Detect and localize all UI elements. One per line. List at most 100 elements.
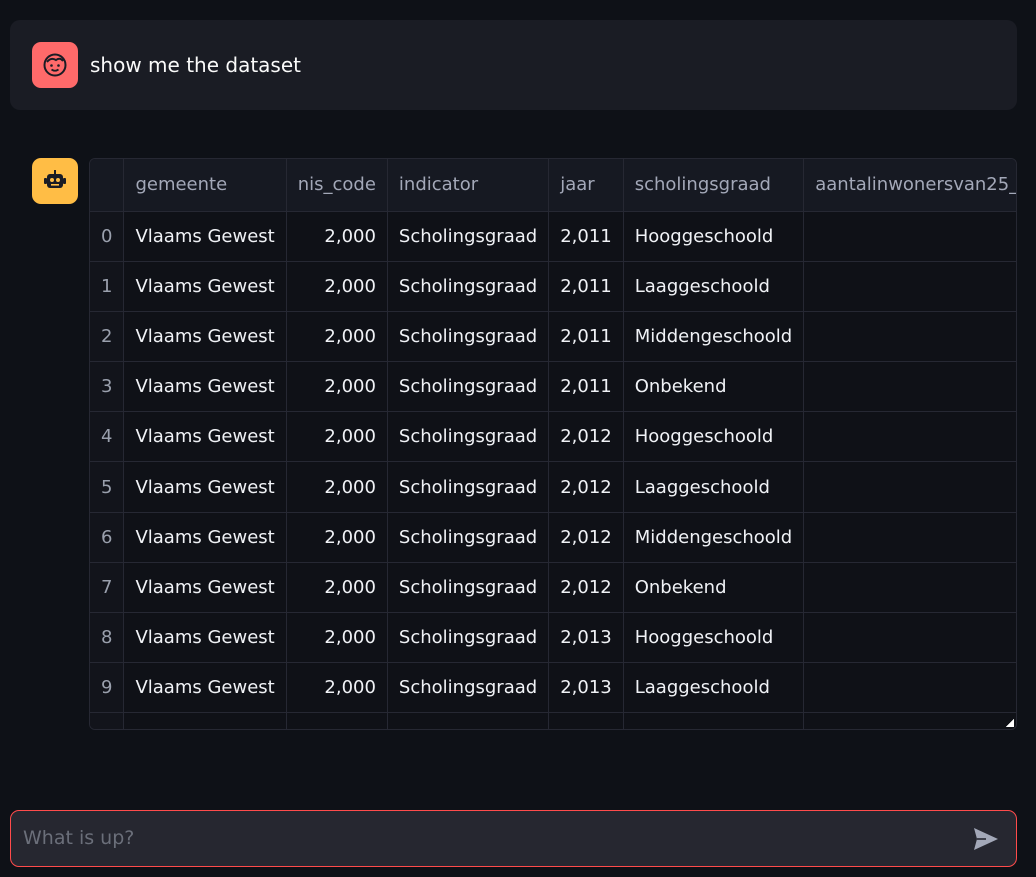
cell-scholingsgraad[interactable]: Onbekend — [623, 562, 805, 614]
cell-scholingsgraad[interactable]: Laaggeschoold — [623, 461, 805, 513]
cell-nis-code[interactable]: 2,000 — [286, 261, 388, 312]
cell-gemeente[interactable]: Vlaams Gewest — [123, 361, 287, 413]
cell-aantalinwoners[interactable] — [803, 562, 1016, 614]
cell-nis-code[interactable]: 2,000 — [286, 612, 388, 664]
cell-scholingsgraad[interactable]: Hooggeschoold — [623, 411, 805, 463]
cell-aantalinwoners[interactable] — [803, 512, 1016, 563]
cell-gemeente[interactable]: Vlaams Gewest — [123, 261, 287, 312]
cell-indicator[interactable]: Scholingsgraad — [387, 612, 550, 664]
cell-nis-code[interactable]: 2,000 — [286, 512, 388, 563]
table-row[interactable]: 1 Vlaams Gewest 2,000 Scholingsgraad 2,011 La… — [90, 261, 1016, 312]
cell-aantalinwoners[interactable] — [803, 361, 1016, 413]
table-row[interactable]: 3 Vlaams Gewest 2,000 Scholingsgraad 2,011 On… — [90, 361, 1016, 413]
table-row[interactable]: 7 Vlaams Gewest 2,000 Scholingsgraad 2,012 On… — [90, 562, 1016, 614]
cell-jaar[interactable]: 2,011 — [548, 261, 624, 312]
table-header-row: gemeente nis_code indicator jaar scholin… — [90, 159, 1016, 212]
cell-jaar[interactable]: 2,011 — [548, 361, 624, 413]
cell-indicator[interactable]: Scholingsgraad — [387, 562, 550, 614]
cell-nis-code[interactable]: 2,000 — [286, 662, 388, 714]
cell-aantalinwoners[interactable] — [803, 211, 1016, 262]
cell-jaar[interactable]: 2,012 — [548, 562, 624, 614]
robot-icon — [44, 170, 66, 188]
cell-aantalinwoners[interactable] — [803, 612, 1016, 664]
cell-gemeente[interactable]: Vlaams Gewest — [123, 612, 287, 664]
column-header-aantalinwoners[interactable]: aantalinwonersvan25_6 — [803, 159, 1016, 212]
column-header-nis-code[interactable]: nis_code — [286, 159, 388, 212]
row-index: 9 — [90, 662, 125, 714]
cell-jaar[interactable]: 2,011 — [548, 211, 624, 262]
dataframe[interactable]: gemeente nis_code indicator jaar scholin… — [89, 158, 1017, 730]
cell-gemeente[interactable]: Vlaams Gewest — [123, 461, 287, 513]
table-row[interactable]: 8 Vlaams Gewest 2,000 Scholingsgraad 2,013 Ho… — [90, 612, 1016, 664]
user-face-icon — [43, 53, 67, 77]
cell-aantalinwoners[interactable] — [803, 311, 1016, 363]
assistant-avatar — [32, 158, 78, 204]
cell-clipped — [286, 712, 388, 729]
cell-jaar[interactable]: 2,012 — [548, 411, 624, 463]
cell-indicator[interactable]: Scholingsgraad — [387, 461, 550, 513]
column-header-index[interactable] — [90, 159, 125, 212]
cell-aantalinwoners[interactable] — [803, 461, 1016, 513]
cell-clipped — [548, 712, 624, 729]
table-row[interactable]: 0 Vlaams Gewest 2,000 Scholingsgraad 2,011 Ho… — [90, 211, 1016, 262]
table-row[interactable]: 4 Vlaams Gewest 2,000 Scholingsgraad 2,012 Ho… — [90, 411, 1016, 463]
user-message-text: show me the dataset — [90, 53, 301, 77]
column-header-jaar[interactable]: jaar — [548, 159, 624, 212]
send-icon — [974, 828, 998, 850]
cell-gemeente[interactable]: Vlaams Gewest — [123, 512, 287, 563]
cell-jaar[interactable]: 2,012 — [548, 461, 624, 513]
chat-input[interactable] — [21, 811, 951, 865]
cell-nis-code[interactable]: 2,000 — [286, 461, 388, 513]
cell-jaar[interactable]: 2,011 — [548, 311, 624, 363]
cell-gemeente[interactable]: Vlaams Gewest — [123, 411, 287, 463]
cell-gemeente[interactable]: Vlaams Gewest — [123, 211, 287, 262]
row-index: 0 — [90, 211, 125, 262]
cell-scholingsgraad[interactable]: Hooggeschoold — [623, 211, 805, 262]
cell-indicator[interactable]: Scholingsgraad — [387, 211, 550, 262]
cell-indicator[interactable]: Scholingsgraad — [387, 411, 550, 463]
cell-clipped — [123, 712, 287, 729]
cell-nis-code[interactable]: 2,000 — [286, 311, 388, 363]
chat-input-container — [10, 810, 1017, 867]
user-message: show me the dataset — [10, 20, 1017, 110]
row-index: 8 — [90, 612, 125, 664]
cell-scholingsgraad[interactable]: Laaggeschoold — [623, 662, 805, 714]
cell-gemeente[interactable]: Vlaams Gewest — [123, 311, 287, 363]
cell-scholingsgraad[interactable]: Middengeschoold — [623, 311, 805, 363]
column-header-gemeente[interactable]: gemeente — [123, 159, 287, 212]
cell-indicator[interactable]: Scholingsgraad — [387, 311, 550, 363]
cell-indicator[interactable]: Scholingsgraad — [387, 361, 550, 413]
resize-handle[interactable] — [1006, 719, 1014, 727]
table-row[interactable]: 5 Vlaams Gewest 2,000 Scholingsgraad 2,012 La… — [90, 461, 1016, 513]
cell-indicator[interactable]: Scholingsgraad — [387, 261, 550, 312]
cell-jaar[interactable]: 2,013 — [548, 612, 624, 664]
cell-scholingsgraad[interactable]: Middengeschoold — [623, 512, 805, 563]
cell-jaar[interactable]: 2,012 — [548, 512, 624, 563]
cell-scholingsgraad[interactable]: Laaggeschoold — [623, 261, 805, 312]
cell-aantalinwoners[interactable] — [803, 662, 1016, 714]
cell-aantalinwoners[interactable] — [803, 411, 1016, 463]
row-index: 4 — [90, 411, 125, 463]
cell-nis-code[interactable]: 2,000 — [286, 562, 388, 614]
cell-nis-code[interactable]: 2,000 — [286, 411, 388, 463]
table-row[interactable]: 2 Vlaams Gewest 2,000 Scholingsgraad 2,011 Mi… — [90, 311, 1016, 363]
cell-gemeente[interactable]: Vlaams Gewest — [123, 662, 287, 714]
user-avatar — [32, 42, 78, 88]
cell-aantalinwoners[interactable] — [803, 261, 1016, 312]
row-index: 1 — [90, 261, 125, 312]
cell-jaar[interactable]: 2,013 — [548, 662, 624, 714]
cell-clipped — [803, 712, 1016, 729]
cell-gemeente[interactable]: Vlaams Gewest — [123, 562, 287, 614]
cell-nis-code[interactable]: 2,000 — [286, 361, 388, 413]
table-row[interactable]: 9 Vlaams Gewest 2,000 Scholingsgraad 2,013 La… — [90, 662, 1016, 714]
column-header-scholingsgraad[interactable]: scholingsgraad — [623, 159, 805, 212]
cell-indicator[interactable]: Scholingsgraad — [387, 662, 550, 714]
column-header-indicator[interactable]: indicator — [387, 159, 550, 212]
table-row[interactable]: 6 Vlaams Gewest 2,000 Scholingsgraad 2,012 Mi… — [90, 512, 1016, 563]
cell-nis-code[interactable]: 2,000 — [286, 211, 388, 262]
cell-scholingsgraad[interactable]: Onbekend — [623, 361, 805, 413]
send-button[interactable] — [970, 823, 1002, 855]
row-index: 6 — [90, 512, 125, 563]
cell-scholingsgraad[interactable]: Hooggeschoold — [623, 612, 805, 664]
cell-indicator[interactable]: Scholingsgraad — [387, 512, 550, 563]
